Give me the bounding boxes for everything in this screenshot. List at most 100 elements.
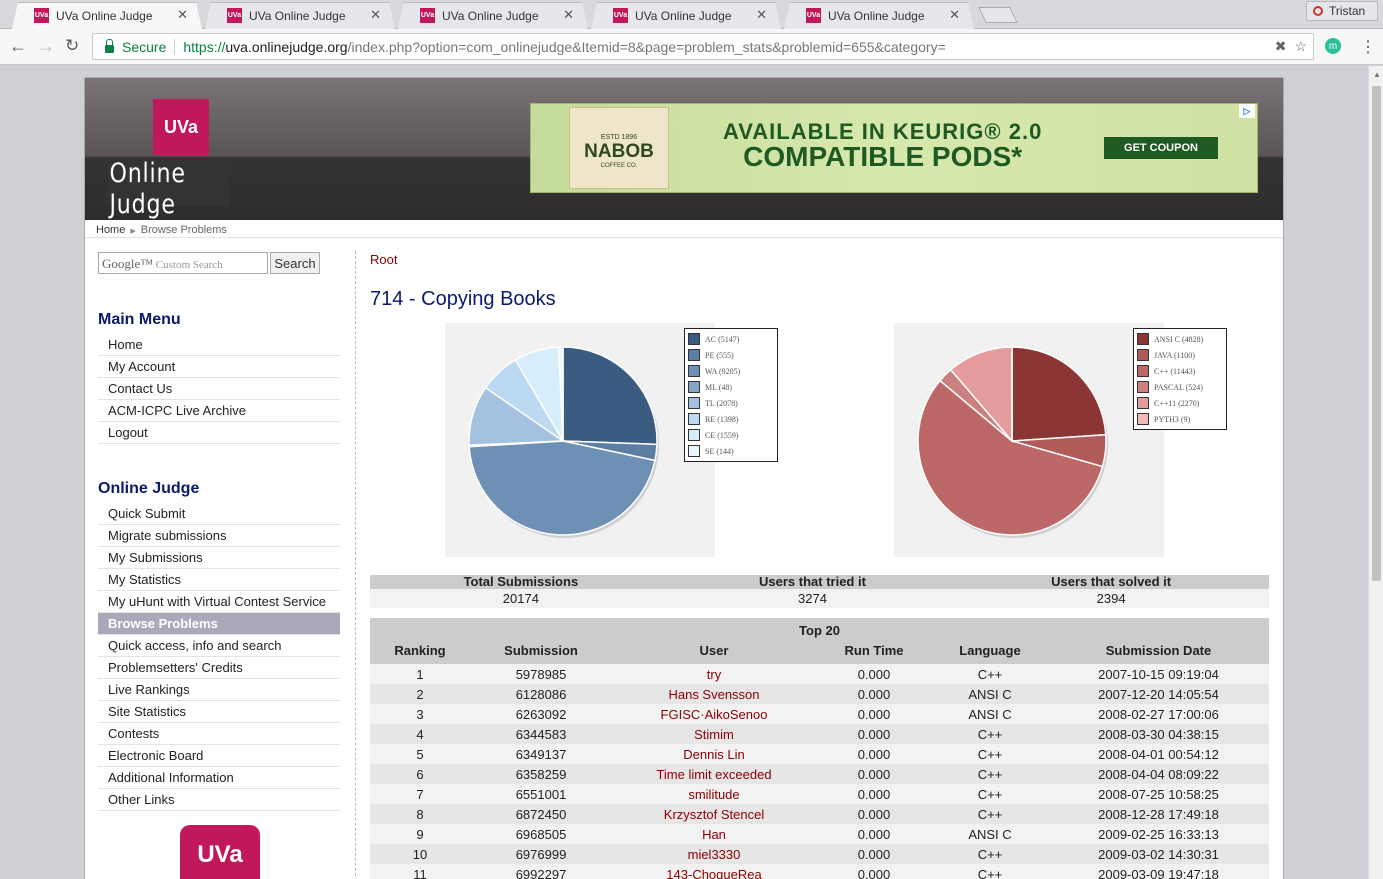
cell-language: C++ bbox=[977, 746, 1003, 762]
browser-tab[interactable]: UVa UVa Online Judge ✕ bbox=[591, 2, 781, 29]
sidebar-item-problemsetters-credits[interactable]: Problemsetters' Credits bbox=[98, 657, 340, 679]
cell-submission-date: 2009-02-25 16:33:13 bbox=[1098, 826, 1219, 842]
user-link[interactable]: Dennis Lin bbox=[683, 747, 744, 762]
tab-close-icon[interactable]: ✕ bbox=[563, 7, 574, 23]
sidebar-item-other-links[interactable]: Other Links bbox=[98, 789, 340, 811]
legend-label: WA (9205) bbox=[705, 366, 741, 376]
legend-label: CE (1559) bbox=[705, 430, 739, 440]
site-logo-text[interactable]: Online Judge bbox=[107, 158, 230, 220]
legend-swatch bbox=[688, 333, 700, 345]
user-link[interactable]: Hans Svensson bbox=[668, 687, 759, 702]
search-button[interactable]: Search bbox=[270, 252, 320, 274]
legend-item: TL (2078) bbox=[688, 395, 774, 411]
pie-slice-wa bbox=[468, 440, 656, 536]
cell-user: Han bbox=[612, 827, 816, 842]
user-link[interactable]: Time limit exceeded bbox=[656, 767, 771, 782]
sidebar-item-live-rankings[interactable]: Live Rankings bbox=[98, 679, 340, 701]
sidebar-uva-logo[interactable]: UVa bbox=[180, 825, 260, 879]
sidebar-item-electronic-board[interactable]: Electronic Board bbox=[98, 745, 340, 767]
ad-get-coupon-button[interactable]: GET COUPON bbox=[1104, 137, 1218, 159]
sidebar-item-quick-submit[interactable]: Quick Submit bbox=[98, 503, 340, 525]
user-link[interactable]: smilitude bbox=[688, 787, 739, 802]
reload-icon[interactable]: ↻ bbox=[65, 36, 79, 56]
breadcrumb-arrow-icon: ▶ bbox=[130, 228, 136, 235]
tab-close-icon[interactable]: ✕ bbox=[949, 7, 960, 23]
cell-ranking: 11 bbox=[413, 866, 427, 879]
sidebar-item-my-account[interactable]: My Account bbox=[98, 356, 340, 378]
browser-tab[interactable]: UVa UVa Online Judge ✕ bbox=[205, 2, 395, 29]
legend-swatch bbox=[1137, 349, 1149, 361]
cell-language: ANSI C bbox=[968, 686, 1012, 702]
page-scrollbar[interactable]: ▲ bbox=[1368, 66, 1383, 879]
browser-tab[interactable]: UVa UVa Online Judge ✕ bbox=[398, 2, 588, 29]
legend-label: ANSI C (4828) bbox=[1154, 334, 1204, 344]
cell-ranking: 4 bbox=[416, 726, 424, 742]
cell-submission-date: 2009-03-09 19:47:18 bbox=[1098, 866, 1219, 879]
user-link[interactable]: Krzysztof Stencel bbox=[664, 807, 764, 822]
sidebar-item-migrate-submissions[interactable]: Migrate submissions bbox=[98, 525, 340, 547]
search-input[interactable]: Google™ Custom Search bbox=[98, 252, 268, 274]
sidebar-item-quick-access-info-and-search[interactable]: Quick access, info and search bbox=[98, 635, 340, 657]
sidebar-item-acm-icpc-live-archive[interactable]: ACM-ICPC Live Archive bbox=[98, 400, 340, 422]
scroll-up-icon[interactable]: ▲ bbox=[1373, 70, 1381, 79]
breadcrumb-home[interactable]: Home bbox=[96, 224, 125, 236]
bookmark-star-icon[interactable]: ☆ bbox=[1294, 38, 1307, 55]
problem-title: 714 - Copying Books bbox=[370, 288, 556, 310]
extension-blocked-icon[interactable]: ✖ bbox=[1275, 38, 1287, 55]
user-link[interactable]: try bbox=[707, 667, 721, 682]
new-tab-button[interactable] bbox=[978, 7, 1018, 23]
browser-tab[interactable]: UVa UVa Online Judge ✕ bbox=[784, 2, 974, 29]
user-link[interactable]: 143-ChoqueRea bbox=[666, 867, 761, 879]
sidebar-item-my-uhunt-with-virtual-contest-service[interactable]: My uHunt with Virtual Contest Service bbox=[98, 591, 340, 613]
cell-ranking: 8 bbox=[416, 806, 424, 822]
forward-arrow-icon[interactable]: → bbox=[37, 36, 55, 57]
cell-ranking: 1 bbox=[416, 666, 424, 682]
tab-close-icon[interactable]: ✕ bbox=[177, 7, 188, 23]
sidebar-item-additional-information[interactable]: Additional Information bbox=[98, 767, 340, 789]
url-path: /index.php?option=com_onlinejudge&Itemid… bbox=[347, 38, 946, 55]
legend-label: PYTH3 (9) bbox=[1154, 414, 1191, 424]
root-link[interactable]: Root bbox=[370, 252, 397, 267]
user-link[interactable]: FGISC·AikoSenoo bbox=[661, 707, 768, 722]
cell-run-time: 0.000 bbox=[857, 686, 891, 702]
sidebar-item-browse-problems[interactable]: Browse Problems bbox=[98, 613, 340, 635]
legend-swatch bbox=[688, 381, 700, 393]
browser-tab-bar: UVa UVa Online Judge ✕ UVa UVa Online Judge ✕… bbox=[0, 0, 1383, 29]
extension-icon[interactable]: m bbox=[1325, 38, 1341, 54]
sidebar-item-home[interactable]: Home bbox=[98, 334, 340, 356]
legend-label: ML (48) bbox=[705, 382, 733, 392]
user-link[interactable]: Stimim bbox=[694, 727, 734, 742]
profile-button[interactable]: Tristan bbox=[1306, 1, 1378, 21]
cell-language: C++ bbox=[977, 866, 1003, 879]
cell-run-time: 0.000 bbox=[857, 786, 891, 802]
cell-user: Hans Svensson bbox=[612, 687, 816, 702]
cell-submission-date: 2008-12-28 17:49:18 bbox=[1098, 806, 1219, 822]
cell-submission-date: 2008-03-30 04:38:15 bbox=[1098, 726, 1219, 742]
legend-swatch bbox=[1137, 333, 1149, 345]
tab-favicon-icon: UVa bbox=[613, 8, 628, 23]
online-judge-menu-list: Quick Submit Migrate submissions My Submis… bbox=[98, 503, 340, 811]
sidebar-item-contact-us[interactable]: Contact Us bbox=[98, 378, 340, 400]
uva-logo[interactable]: UVa bbox=[153, 99, 209, 155]
tab-close-icon[interactable]: ✕ bbox=[756, 7, 767, 23]
address-bar[interactable]: Secure https://uva.onlinejudge.org/index… bbox=[92, 33, 1314, 60]
sidebar-item-contests[interactable]: Contests bbox=[98, 723, 340, 745]
tab-close-icon[interactable]: ✕ bbox=[370, 7, 381, 23]
cell-user: miel3330 bbox=[612, 847, 816, 862]
browser-menu-icon[interactable]: ⋮ bbox=[1360, 37, 1376, 57]
ad-choices-icon[interactable]: ▷ bbox=[1239, 104, 1255, 118]
back-arrow-icon[interactable]: ← bbox=[9, 36, 27, 57]
sidebar-item-logout[interactable]: Logout bbox=[98, 422, 340, 444]
sidebar-item-my-statistics[interactable]: My Statistics bbox=[98, 569, 340, 591]
lock-icon bbox=[105, 38, 114, 53]
cell-language: C++ bbox=[977, 846, 1003, 862]
legend-label: SE (144) bbox=[705, 446, 734, 456]
legend-item: PYTH3 (9) bbox=[1137, 411, 1223, 427]
sidebar-item-site-statistics[interactable]: Site Statistics bbox=[98, 701, 340, 723]
scrollbar-thumb[interactable] bbox=[1372, 86, 1381, 581]
browser-tab[interactable]: UVa UVa Online Judge ✕ bbox=[12, 2, 202, 29]
user-link[interactable]: Han bbox=[702, 827, 726, 842]
advertisement-banner[interactable]: ESTD 1896 NABOB COFFEE CO. AVAILABLE IN … bbox=[530, 103, 1258, 193]
sidebar-item-my-submissions[interactable]: My Submissions bbox=[98, 547, 340, 569]
user-link[interactable]: miel3330 bbox=[688, 847, 741, 862]
